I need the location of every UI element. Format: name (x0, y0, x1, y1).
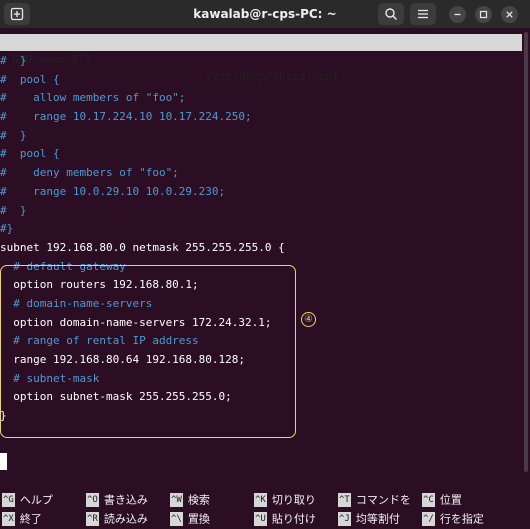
code-line: subnet 192.168.80.0 netmask 255.255.255.… (0, 240, 285, 254)
code-line: # range 10.0.29.10 10.0.29.230; (0, 184, 226, 198)
shortcut-label: 置換 (187, 512, 210, 526)
code-line: # pool { (0, 147, 60, 161)
annotation-badge: ④ (301, 312, 316, 327)
shortcut-item: ^\ 置換 (170, 510, 210, 527)
shortcut-label: 書き込み (103, 493, 148, 507)
shortcut-item: ^X 終了 (2, 510, 42, 527)
text-cursor (0, 453, 7, 470)
menu-button[interactable] (410, 3, 436, 25)
shortcut-item: ^T コマンドを (338, 491, 411, 508)
shortcut-key: ^G (2, 493, 15, 507)
shortcut-key: ^T (338, 493, 351, 507)
code-line: # allow members of "foo"; (0, 91, 186, 105)
shortcut-item: ^K 切り取り (254, 491, 316, 508)
shortcut-key: ^X (2, 512, 15, 526)
shortcut-key: ^U (254, 512, 267, 526)
nano-shortcut-bar: ^G ヘルプ ^O 書き込み ^W 検索 ^K 切り取り ^T コマンドを ^C 位置 ^X 終了 ^R 読み… (0, 491, 522, 529)
scrollbar-thumb[interactable] (524, 32, 528, 472)
code-line: #} (0, 222, 14, 236)
close-button[interactable] (501, 6, 518, 23)
shortcut-label: 位置 (439, 493, 462, 507)
title-bar: kawalab@r-cps-PC: ~ (0, 0, 530, 28)
shortcut-key: ^C (422, 493, 435, 507)
shortcut-label: 読み込み (103, 512, 148, 526)
shortcut-item: ^C 位置 (422, 491, 462, 508)
shortcut-label: 検索 (187, 493, 210, 507)
code-line: # range 10.17.224.10 10.17.224.250; (0, 110, 252, 124)
maximize-button[interactable] (475, 6, 492, 23)
scrollbar[interactable] (522, 28, 530, 501)
shortcut-item: ^J 均等割付 (338, 510, 400, 527)
hamburger-menu-icon (418, 9, 428, 19)
search-button[interactable] (378, 3, 404, 25)
code-line: # } (0, 128, 27, 142)
terminal-area[interactable]: GNU nano 6.2 /etc/dhcp/dhcpd.conf # } # p… (0, 28, 522, 526)
shortcut-key: ^J (338, 512, 351, 526)
shortcut-key: ^O (86, 493, 99, 507)
shortcut-key: ^W (170, 493, 183, 507)
shortcut-item: ^/ 行を指定 (422, 510, 484, 527)
shortcut-key: ^\ (170, 512, 183, 526)
shortcut-label: 行を指定 (439, 512, 484, 526)
code-line: # } (0, 203, 27, 217)
shortcut-item: ^U 貼り付け (254, 510, 316, 527)
shortcut-key: ^/ (422, 512, 435, 526)
shortcut-item: ^O 書き込み (86, 491, 148, 508)
shortcut-label: コマンドを (355, 493, 411, 507)
shortcut-key: ^K (254, 493, 267, 507)
minimize-button[interactable] (449, 6, 466, 23)
shortcut-item: ^G ヘルプ (2, 491, 53, 508)
search-icon (385, 8, 398, 21)
shortcut-label: 終了 (19, 512, 42, 526)
shortcut-label: ヘルプ (19, 493, 53, 507)
close-icon (506, 11, 513, 18)
maximize-icon (479, 10, 488, 19)
shortcut-label: 均等割付 (355, 512, 400, 526)
shortcut-label: 貼り付け (271, 512, 316, 526)
nano-header-bar: GNU nano 6.2 /etc/dhcp/dhcpd.conf (0, 34, 522, 83)
minimize-icon (454, 13, 461, 16)
shortcut-key: ^R (86, 512, 99, 526)
highlight-box (0, 265, 296, 438)
code-line: # deny members of "foo"; (0, 166, 179, 180)
shortcut-label: 切り取り (271, 493, 316, 507)
code-line: # pool { (0, 72, 60, 86)
code-line: # } (0, 54, 27, 67)
shortcut-item: ^W 検索 (170, 491, 210, 508)
shortcut-item: ^R 読み込み (86, 510, 148, 527)
